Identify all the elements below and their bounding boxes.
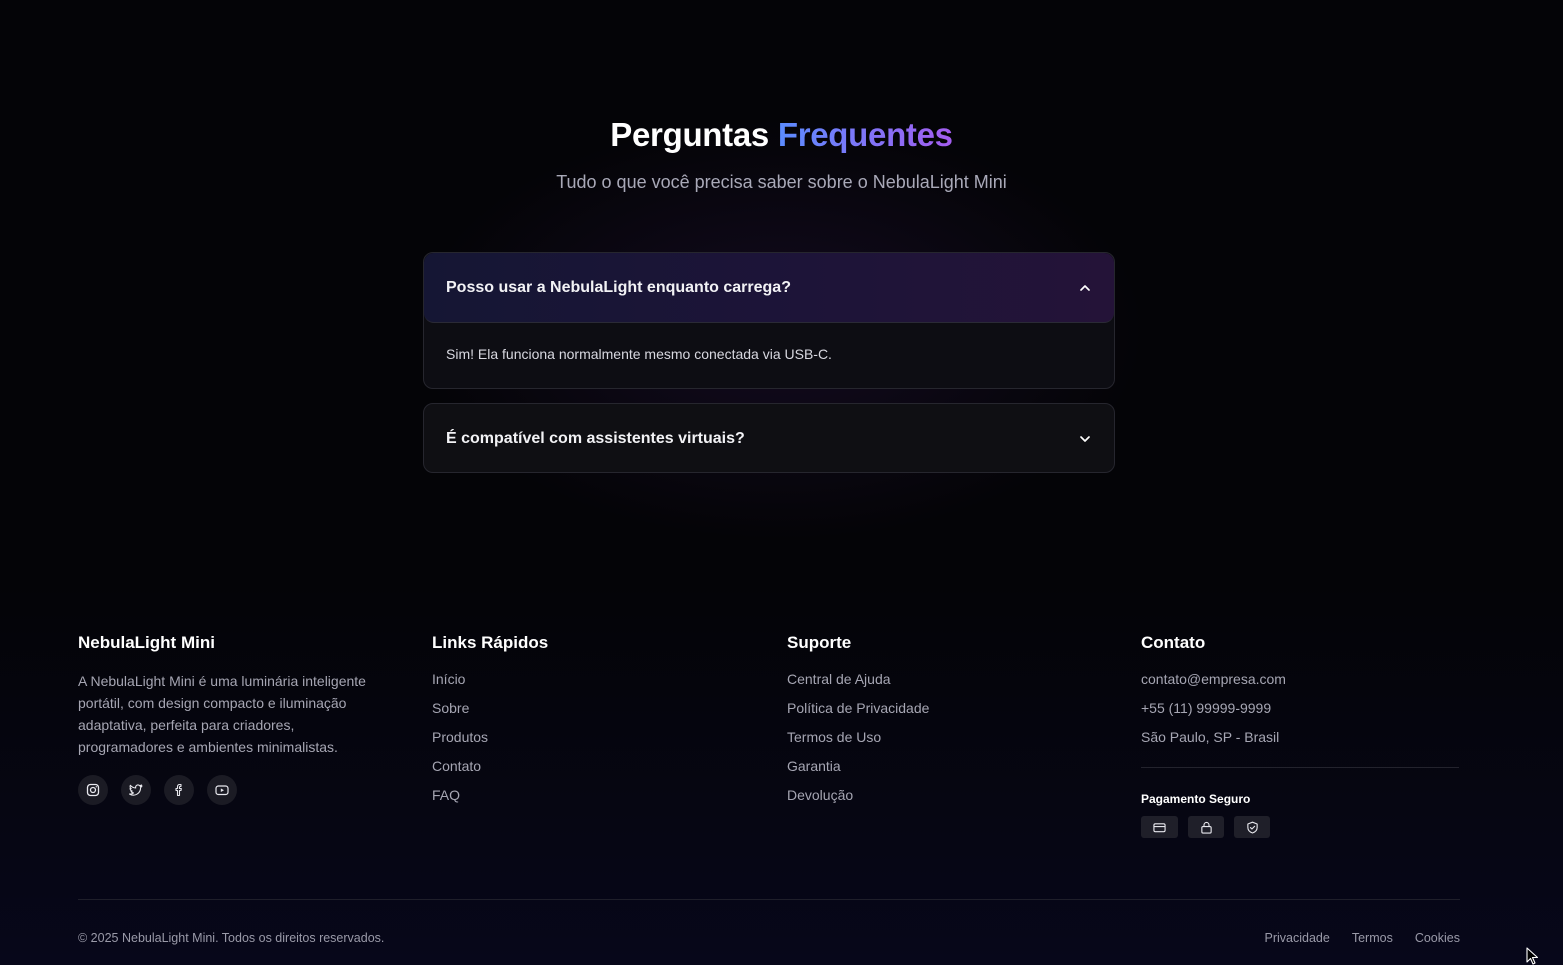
footer-brand-name: NebulaLight Mini	[78, 633, 215, 652]
contact-email[interactable]: contato@empresa.com	[1141, 670, 1459, 699]
twitter-link[interactable]	[121, 775, 151, 805]
facebook-icon	[175, 783, 182, 797]
copyright-text: © 2025 NebulaLight Mini. Todos os direit…	[78, 931, 385, 945]
faq-question-button[interactable]: Posso usar a NebulaLight enquanto carreg…	[424, 253, 1114, 323]
social-links	[78, 775, 388, 805]
lock-icon	[1200, 821, 1212, 834]
credit-card-icon	[1153, 822, 1166, 832]
contact-address: São Paulo, SP - Brasil	[1141, 729, 1280, 745]
footer-link-returns[interactable]: Devolução	[787, 786, 929, 815]
footer-quick-links-column: Links Rápidos Início Sobre Produtos Cont…	[432, 633, 548, 815]
faq-question-text: Posso usar a NebulaLight enquanto carreg…	[446, 278, 791, 296]
secure-payment-title: Pagamento Seguro	[1141, 792, 1251, 806]
faq-item-assistants: É compatível com assistentes virtuais?	[423, 403, 1115, 473]
chevron-down-icon	[1080, 436, 1090, 442]
footer-link-sobre[interactable]: Sobre	[432, 699, 548, 728]
instagram-icon	[86, 783, 100, 797]
legal-link-terms[interactable]: Termos	[1352, 931, 1393, 945]
faq-title: Perguntas Frequentes	[0, 116, 1563, 154]
support-links-list: Central de Ajuda Política de Privacidade…	[787, 670, 929, 815]
faq-answer: Sim! Ela funciona normalmente mesmo cone…	[446, 346, 832, 362]
mouse-pointer-icon	[1526, 947, 1539, 965]
legal-link-cookies[interactable]: Cookies	[1415, 931, 1460, 945]
legal-link-privacy[interactable]: Privacidade	[1265, 931, 1330, 945]
site-footer: NebulaLight Mini A NebulaLight Mini é um…	[0, 585, 1563, 965]
payment-badge-shield	[1234, 816, 1270, 838]
faq-question-text: É compatível com assistentes virtuais?	[446, 430, 745, 447]
footer-link-faq[interactable]: FAQ	[432, 786, 548, 815]
footer-brand-column: NebulaLight Mini A NebulaLight Mini é um…	[78, 633, 388, 805]
payment-badge-card	[1141, 816, 1178, 838]
payment-badge-lock	[1188, 816, 1224, 838]
quick-links-title: Links Rápidos	[432, 633, 549, 652]
footer-link-privacy-policy[interactable]: Política de Privacidade	[787, 699, 929, 728]
footer-support-column: Suporte Central de Ajuda Política de Pri…	[787, 633, 929, 815]
shield-check-icon	[1246, 821, 1258, 834]
footer-link-inicio[interactable]: Início	[432, 670, 548, 699]
footer-divider	[78, 899, 1460, 900]
contact-divider	[1141, 767, 1459, 768]
footer-link-warranty[interactable]: Garantia	[787, 757, 929, 786]
faq-item-charging: Posso usar a NebulaLight enquanto carreg…	[423, 252, 1115, 389]
faq-question-button[interactable]: É compatível com assistentes virtuais?	[424, 404, 1114, 474]
contact-list: contato@empresa.com +55 (11) 99999-9999 …	[1141, 670, 1459, 757]
twitter-icon	[129, 784, 143, 796]
faq-title-highlight: Frequentes	[777, 116, 953, 153]
legal-links: Privacidade Termos Cookies	[1265, 931, 1460, 945]
youtube-icon	[215, 785, 229, 796]
faq-title-part1: Perguntas	[610, 116, 769, 153]
contact-phone[interactable]: +55 (11) 99999-9999	[1141, 699, 1459, 728]
footer-link-contato[interactable]: Contato	[432, 757, 548, 786]
faq-section: Perguntas Frequentes Tudo o que você pre…	[0, 0, 1563, 585]
instagram-link[interactable]	[78, 775, 108, 805]
footer-link-help-center[interactable]: Central de Ajuda	[787, 670, 929, 699]
payment-icons	[1141, 816, 1459, 838]
youtube-link[interactable]	[207, 775, 237, 805]
facebook-link[interactable]	[164, 775, 194, 805]
chevron-up-icon	[1080, 284, 1090, 291]
footer-brand-description: A NebulaLight Mini é uma luminária intel…	[78, 673, 366, 755]
contact-title: Contato	[1141, 633, 1206, 652]
support-title: Suporte	[787, 633, 852, 652]
faq-subtitle: Tudo o que você precisa saber sobre o Ne…	[556, 172, 1007, 192]
footer-contact-column: Contato contato@empresa.com +55 (11) 999…	[1141, 633, 1459, 838]
footer-link-terms-of-use[interactable]: Termos de Uso	[787, 728, 929, 757]
footer-link-produtos[interactable]: Produtos	[432, 728, 548, 757]
quick-links-list: Início Sobre Produtos Contato FAQ	[432, 670, 548, 815]
